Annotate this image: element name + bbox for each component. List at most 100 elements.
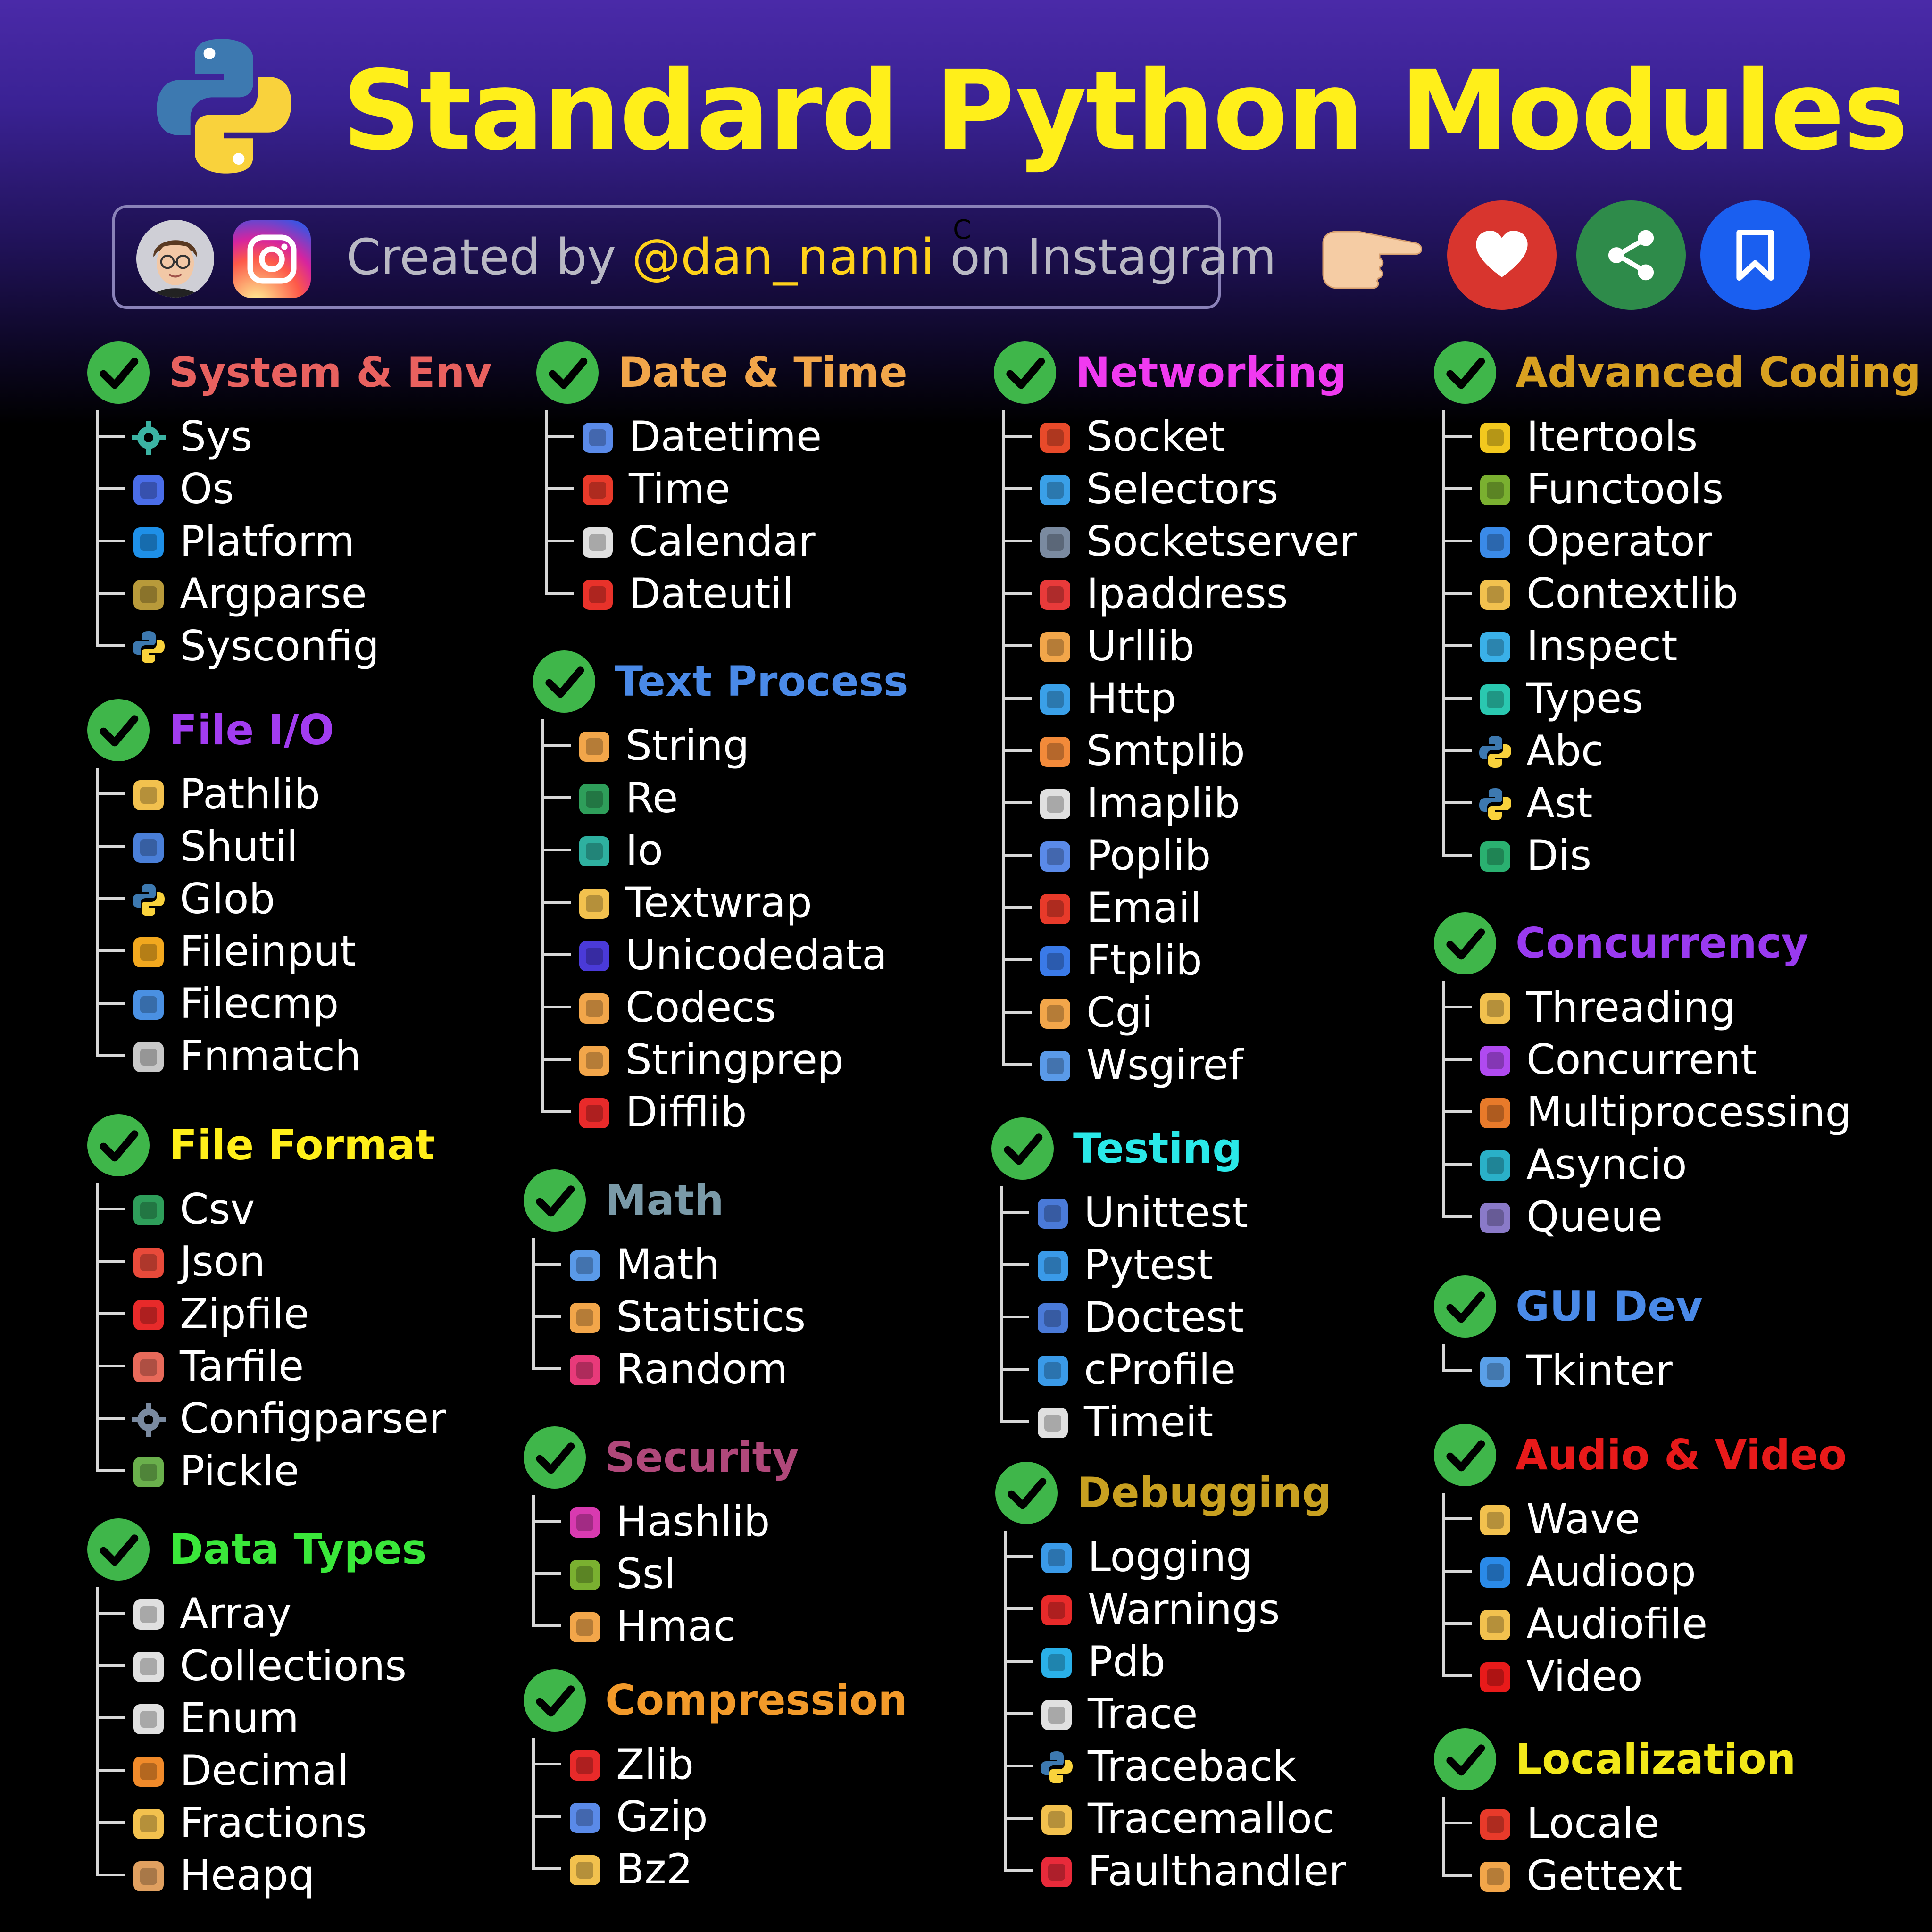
tree-branch (1004, 1555, 1033, 1558)
module-label: String (625, 721, 749, 770)
module-label: Doctest (1084, 1293, 1244, 1341)
regex-icon (579, 784, 609, 814)
tree-branch (96, 845, 125, 848)
module-label: Ftplib (1086, 936, 1202, 984)
category-header: Debugging (995, 1460, 1332, 1531)
lock-icon (570, 1612, 600, 1642)
tree-branch (96, 1208, 125, 1210)
tree-branch (541, 744, 571, 747)
category-header: Security (524, 1424, 799, 1495)
font-aa-icon (579, 732, 609, 762)
bookmark-button[interactable] (1700, 200, 1810, 310)
cpu-icon (1480, 1098, 1510, 1128)
module-label: Zipfile (180, 1290, 309, 1338)
python-icon (1479, 788, 1511, 820)
pytest-icon (1038, 1251, 1068, 1281)
category-compression: Compression Zlib Gzip Bz2 (524, 1667, 908, 1895)
module-label: Asyncio (1526, 1140, 1687, 1189)
module-label: Dateutil (629, 569, 794, 618)
share-button[interactable] (1576, 200, 1686, 310)
tree-branch (541, 796, 571, 799)
tree-branch (1442, 1622, 1472, 1625)
tree-branch (96, 1664, 125, 1667)
file-search-icon (133, 1042, 164, 1072)
category-title: File Format (169, 1121, 435, 1169)
credit-handle[interactable]: @dan_nanni (632, 228, 934, 286)
waveform-icon (1480, 1505, 1510, 1535)
tree-branch (1442, 749, 1472, 752)
category-title: Advanced Coding (1516, 348, 1921, 397)
tree-line (96, 410, 99, 647)
module-label: Decimal (180, 1746, 349, 1795)
category-system-env: System & Env Sys Os Platform Argparse Sy… (87, 340, 492, 672)
category-concurrency: Concurrency Threading Concurrent Multipr… (1434, 910, 1851, 1243)
tree-branch (1442, 1822, 1472, 1824)
unicode-icon (579, 941, 609, 971)
tree-branch (1442, 1163, 1472, 1166)
module-label: Inspect (1526, 622, 1678, 670)
module-label: Itertools (1526, 412, 1698, 461)
tree-branch (532, 1520, 561, 1523)
tree-branch (1004, 1660, 1033, 1663)
category-title: Debugging (1077, 1468, 1332, 1517)
bulb-gear-icon (1480, 580, 1510, 610)
http-globe-icon (1040, 684, 1070, 715)
tree-branch (1442, 592, 1472, 595)
category-header: Audio & Video (1434, 1422, 1847, 1493)
check-circle-icon (1434, 341, 1496, 404)
tree-branch (532, 1815, 561, 1818)
file-compare-icon (133, 990, 164, 1020)
module-label: Warnings (1088, 1585, 1280, 1633)
tree-branch (96, 1260, 125, 1263)
gui-window-icon (1480, 1357, 1510, 1387)
gear-icon (132, 1403, 166, 1437)
category-title: Date & Time (618, 348, 908, 397)
font-aa-icon (579, 1046, 609, 1076)
module-label: Hmac (616, 1602, 736, 1650)
module-label: Urllib (1086, 622, 1195, 670)
category-networking: Networking Socket Selectors Socketserver… (994, 340, 1357, 1091)
tree-branch (1002, 958, 1032, 961)
tree-line (1000, 1186, 1003, 1423)
tree-branch (1442, 1874, 1472, 1877)
module-label: Difflib (625, 1088, 747, 1136)
tree-branch (96, 540, 125, 542)
category-text-process: Text Process String Re Io Textwrap Unico… (533, 649, 908, 1138)
module-label: Codecs (625, 983, 776, 1032)
module-label: Wsgiref (1086, 1041, 1243, 1089)
module-label: Faulthandler (1088, 1847, 1346, 1895)
arrows-updown-icon (579, 836, 609, 866)
module-label: Concurrent (1526, 1035, 1757, 1084)
tree-branch (1002, 592, 1032, 595)
module-label: Audiofile (1526, 1599, 1708, 1648)
tree-branch (1442, 644, 1472, 647)
module-label: Tarfile (180, 1342, 304, 1391)
check-circle-icon (1434, 1275, 1496, 1338)
types-icon (1480, 684, 1510, 715)
tree-line (96, 1587, 99, 1876)
module-label: Unicodedata (625, 931, 888, 979)
tree-line (545, 410, 548, 595)
module-label: Multiprocessing (1526, 1088, 1852, 1136)
cgi-file-icon (1040, 999, 1070, 1029)
tree-branch (1442, 1369, 1472, 1372)
category-title: Testing (1073, 1124, 1242, 1173)
module-label: Ast (1526, 779, 1593, 827)
module-label: Pickle (180, 1447, 300, 1495)
module-label: Audioop (1526, 1547, 1696, 1596)
check-circle-icon (524, 1169, 586, 1232)
like-button[interactable] (1447, 200, 1557, 310)
speaker-icon (1480, 1557, 1510, 1588)
module-label: Fnmatch (180, 1032, 361, 1080)
asyncio-icon (1480, 1150, 1510, 1181)
location-pin-icon (1480, 1809, 1510, 1840)
tree-branch (1442, 697, 1472, 700)
tree-branch (532, 1572, 561, 1575)
tree-line (96, 1183, 99, 1472)
tree-branch (1442, 1517, 1472, 1520)
category-title: Concurrency (1516, 919, 1809, 967)
module-label: Re (625, 774, 678, 822)
module-label: Hashlib (616, 1497, 770, 1546)
category-title: Text Process (615, 657, 908, 706)
heap-icon (133, 1861, 164, 1891)
